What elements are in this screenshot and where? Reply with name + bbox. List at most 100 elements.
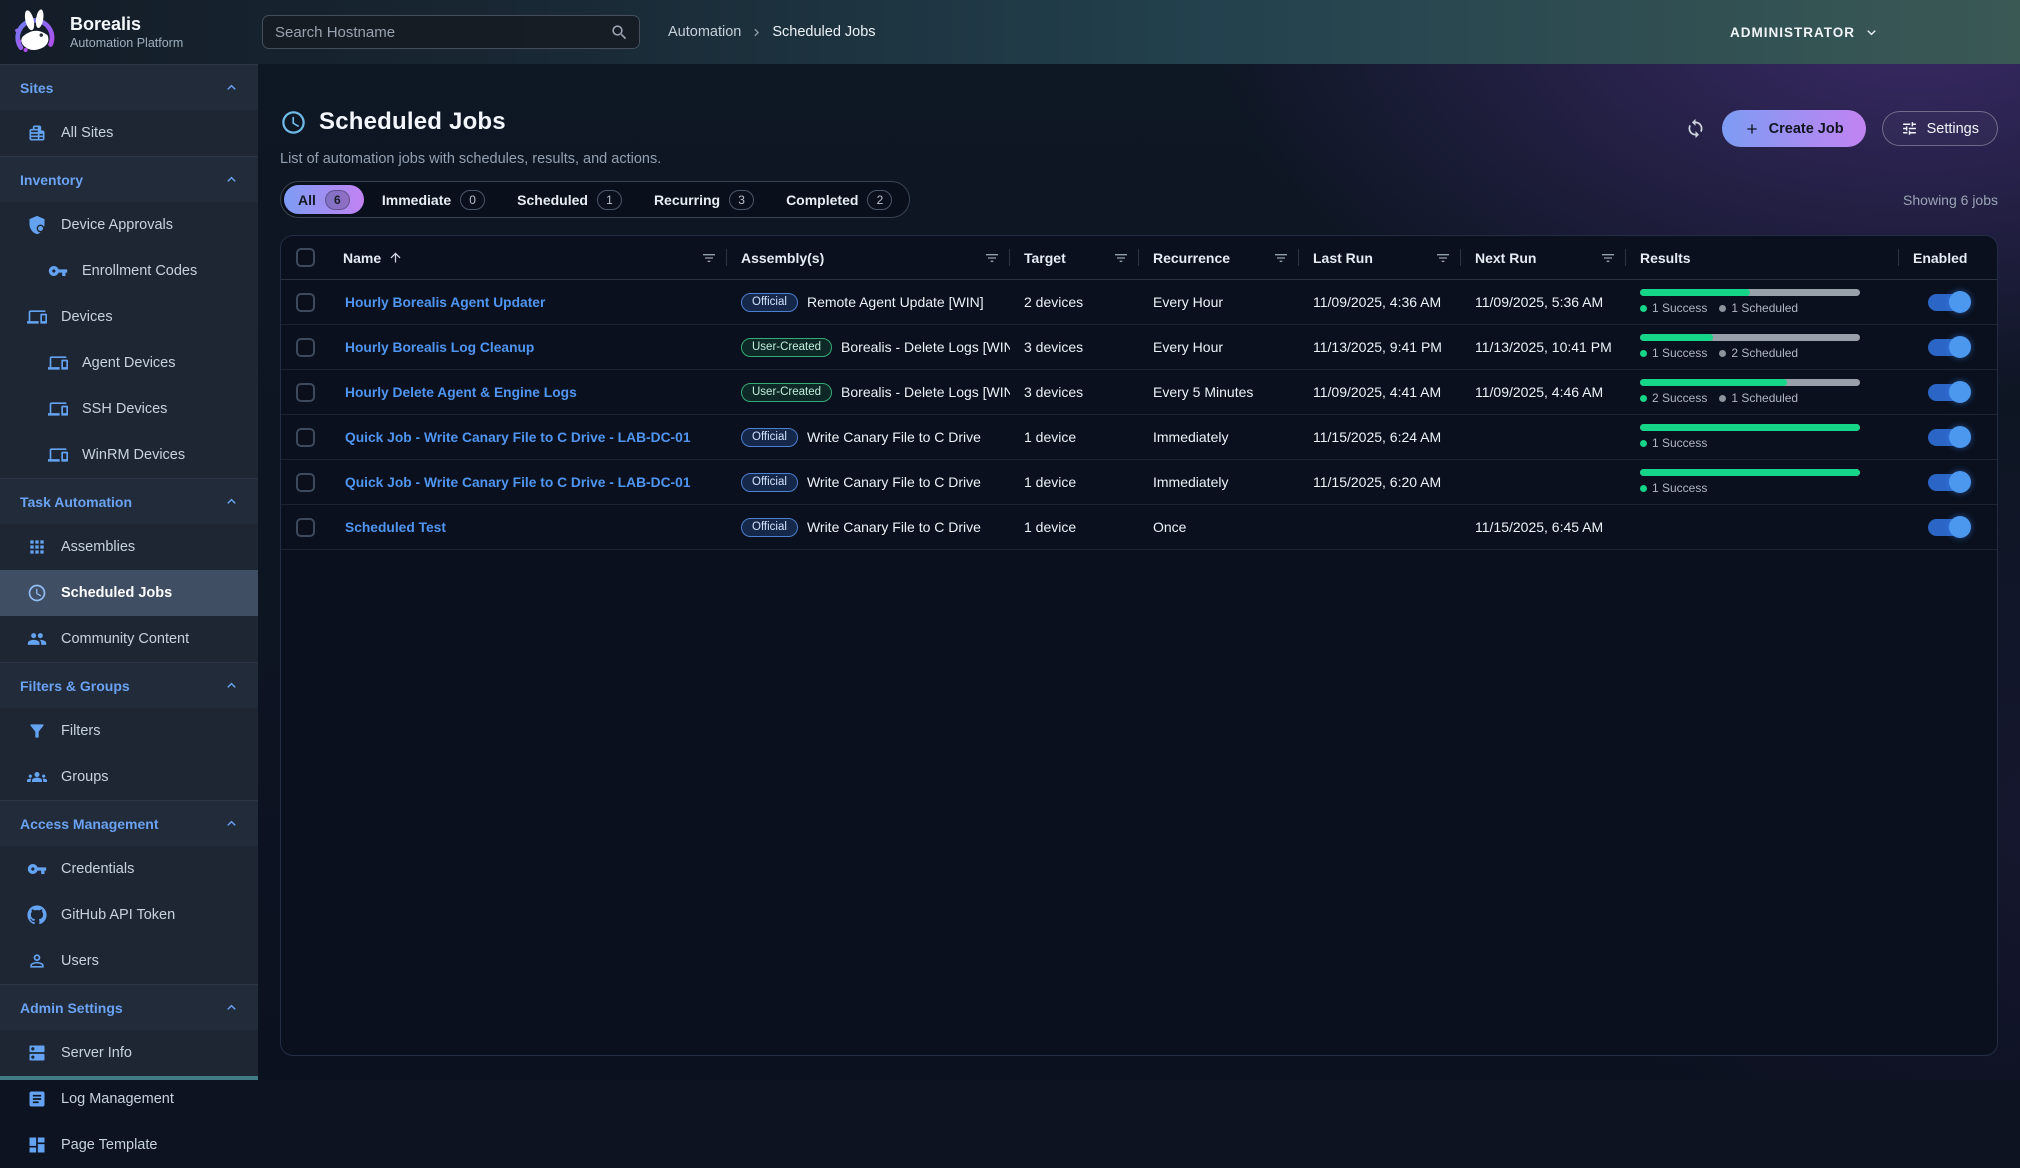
table-row: Hourly Delete Agent & Engine LogsUser-Cr…	[281, 370, 1997, 415]
column-header-target[interactable]: Target	[1010, 236, 1139, 279]
clock-icon	[27, 583, 47, 603]
user-icon	[27, 951, 47, 971]
sidebar-item-all-sites[interactable]: All Sites	[0, 110, 258, 156]
results-progress-bar	[1640, 289, 1860, 296]
filter-list-icon[interactable]	[1600, 250, 1616, 266]
sidebar-item-agent-devices[interactable]: Agent Devices	[0, 340, 258, 386]
sidebar-section-inventory[interactable]: Inventory	[0, 156, 258, 202]
result-success: 1 Success	[1640, 346, 1707, 360]
assembly-name: Borealis - Delete Logs [WIN]	[841, 339, 1010, 355]
search-icon[interactable]	[610, 23, 629, 42]
enabled-toggle[interactable]	[1928, 474, 1969, 491]
column-header-next-run[interactable]: Next Run	[1461, 236, 1626, 279]
column-header-recurrence[interactable]: Recurrence	[1139, 236, 1299, 279]
sidebar-item-github-api-token[interactable]: GitHub API Token	[0, 892, 258, 938]
sidebar-section-label: Sites	[20, 80, 53, 96]
funnel-icon	[27, 721, 47, 741]
row-checkbox[interactable]	[296, 473, 315, 492]
job-name-link[interactable]: Quick Job - Write Canary File to C Drive…	[345, 430, 691, 445]
sidebar-section-filters-groups[interactable]: Filters & Groups	[0, 662, 258, 708]
settings-button[interactable]: Settings	[1882, 111, 1998, 146]
row-checkbox[interactable]	[296, 428, 315, 447]
sidebar-item-ssh-devices[interactable]: SSH Devices	[0, 386, 258, 432]
rabbit-logo-icon	[10, 7, 60, 57]
column-header-enabled[interactable]: Enabled	[1899, 236, 1997, 279]
select-all-checkbox[interactable]	[296, 248, 315, 267]
sidebar-item-community-content[interactable]: Community Content	[0, 616, 258, 662]
sidebar-item-winrm-devices[interactable]: WinRM Devices	[0, 432, 258, 478]
sidebar-item-page-template[interactable]: Page Template	[0, 1122, 258, 1168]
sidebar-item-enrollment-codes[interactable]: Enrollment Codes	[0, 248, 258, 294]
column-header-name[interactable]: Name	[329, 236, 727, 279]
row-checkbox[interactable]	[296, 518, 315, 537]
column-header-assembly-s[interactable]: Assembly(s)	[727, 236, 1010, 279]
job-name-link[interactable]: Quick Job - Write Canary File to C Drive…	[345, 475, 691, 490]
enabled-toggle[interactable]	[1928, 294, 1969, 311]
sidebar-item-log-management[interactable]: Log Management	[0, 1076, 258, 1122]
job-name-link[interactable]: Hourly Borealis Log Cleanup	[345, 340, 534, 355]
row-checkbox[interactable]	[296, 338, 315, 357]
user-menu[interactable]: ADMINISTRATOR	[1730, 24, 1880, 41]
job-name-link[interactable]: Hourly Borealis Agent Updater	[345, 295, 545, 310]
job-name-link[interactable]: Scheduled Test	[345, 520, 446, 535]
result-success: 2 Success	[1640, 391, 1707, 405]
sidebar-item-label: Scheduled Jobs	[61, 585, 172, 601]
filter-list-icon[interactable]	[1273, 250, 1289, 266]
sidebar-item-users[interactable]: Users	[0, 938, 258, 984]
result-dot-success	[1640, 305, 1647, 312]
create-job-button[interactable]: Create Job	[1722, 110, 1866, 147]
sidebar-section-admin-settings[interactable]: Admin Settings	[0, 984, 258, 1030]
tab-recurring[interactable]: Recurring3	[640, 185, 768, 214]
tab-immediate[interactable]: Immediate0	[368, 185, 499, 214]
filter-list-icon[interactable]	[1113, 250, 1129, 266]
sidebar-section-sites[interactable]: Sites	[0, 64, 258, 110]
filter-list-icon[interactable]	[1435, 250, 1451, 266]
log-icon	[27, 1089, 47, 1109]
sidebar-item-label: Credentials	[61, 861, 134, 877]
tab-scheduled[interactable]: Scheduled1	[503, 185, 636, 214]
filter-list-icon[interactable]	[984, 250, 1000, 266]
sidebar-item-label: Server Info	[61, 1045, 132, 1061]
sidebar-item-filters[interactable]: Filters	[0, 708, 258, 754]
job-name-link[interactable]: Hourly Delete Agent & Engine Logs	[345, 385, 577, 400]
sidebar-item-scheduled-jobs[interactable]: Scheduled Jobs	[0, 570, 258, 616]
assembly-name: Borealis - Delete Logs [WIN]	[841, 384, 1010, 400]
sidebar-item-credentials[interactable]: Credentials	[0, 846, 258, 892]
sidebar-section-access-management[interactable]: Access Management	[0, 800, 258, 846]
tab-all[interactable]: All6	[284, 185, 364, 214]
search-input[interactable]	[275, 24, 610, 41]
sidebar-section-task-automation[interactable]: Task Automation	[0, 478, 258, 524]
groups-icon	[27, 767, 47, 787]
toggle-thumb	[1949, 516, 1971, 538]
breadcrumb-scheduled-jobs[interactable]: Scheduled Jobs	[772, 24, 875, 40]
grid-icon	[27, 537, 47, 557]
row-checkbox[interactable]	[296, 293, 315, 312]
enabled-toggle[interactable]	[1928, 384, 1969, 401]
sidebar-item-label: Devices	[61, 309, 113, 325]
sidebar-item-device-approvals[interactable]: Device Approvals	[0, 202, 258, 248]
breadcrumb-automation[interactable]: Automation	[668, 24, 741, 40]
tab-label: Recurring	[654, 192, 720, 208]
sidebar-item-server-info[interactable]: Server Info	[0, 1030, 258, 1076]
jobs-table-panel: NameAssembly(s)TargetRecurrenceLast RunN…	[280, 235, 1998, 1056]
result-success: 1 Success	[1640, 436, 1707, 450]
sidebar-item-label: GitHub API Token	[61, 907, 175, 923]
search-box[interactable]	[262, 15, 640, 49]
sidebar-item-assemblies[interactable]: Assemblies	[0, 524, 258, 570]
enabled-toggle[interactable]	[1928, 429, 1969, 446]
enabled-toggle[interactable]	[1928, 519, 1969, 536]
filter-list-icon[interactable]	[701, 250, 717, 266]
row-checkbox[interactable]	[296, 383, 315, 402]
sidebar-item-devices[interactable]: Devices	[0, 294, 258, 340]
enabled-toggle[interactable]	[1928, 339, 1969, 356]
refresh-icon[interactable]	[1685, 118, 1706, 139]
column-header-results[interactable]: Results	[1626, 236, 1899, 279]
recurrence-cell: Every Hour	[1139, 294, 1299, 310]
tab-completed[interactable]: Completed2	[772, 185, 906, 214]
shield-icon	[27, 215, 47, 235]
column-header-last-run[interactable]: Last Run	[1299, 236, 1461, 279]
filter-tabbar: All6Immediate0Scheduled1Recurring3Comple…	[280, 181, 910, 218]
result-scheduled: 1 Scheduled	[1719, 391, 1798, 405]
sidebar-item-groups[interactable]: Groups	[0, 754, 258, 800]
result-scheduled: 2 Scheduled	[1719, 346, 1798, 360]
